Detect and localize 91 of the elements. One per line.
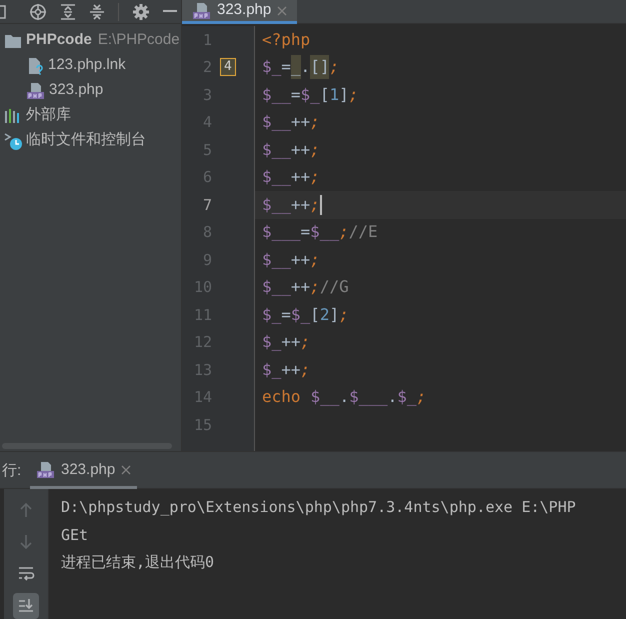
code-token: [ [310,304,320,326]
code-token: $_ [397,386,417,408]
code-token: ; [310,194,320,216]
code-token: ; [416,386,426,408]
code-token: $_ [262,304,282,326]
run-panel-label: 行: [2,461,22,482]
code-token: 2 [320,304,330,326]
tree-item[interactable]: PHPcode [26,29,92,52]
code-token: echo [262,386,301,408]
code-token: $__ [262,276,291,298]
code-token: ++ [290,248,310,271]
code-token: $_ [290,304,310,326]
tree-item[interactable]: 123.php.lnk [48,54,126,77]
code-token: //G [320,276,349,298]
code-token: ; [339,221,349,244]
tree-item[interactable]: 临时文件和控制台 [26,129,146,152]
code-token: $__ [262,138,291,161]
code-token: ; [329,56,340,78]
code-token: $___ [262,221,301,244]
php-file-icon [192,2,211,20]
code-token: ; [348,84,358,106]
code-token: = [281,304,291,326]
code-token: = [290,84,301,106]
code-token: [] [310,55,330,80]
code-token: $__ [310,221,340,244]
code-token: ; [310,166,320,188]
settings-icon[interactable] [132,2,150,20]
tree-item[interactable]: 323.php [49,79,104,102]
scratch-clock-icon [4,132,22,150]
collapse-all-icon[interactable] [89,2,105,20]
code-token: . [339,386,350,408]
soft-wrap-icon [17,565,35,583]
code-token: . [300,56,310,78]
code-token: //E [348,221,378,244]
code-token: ++ [290,166,310,188]
tree-item[interactable]: 外部库 [26,104,71,127]
code-token: ; [310,276,320,298]
code-token: ; [339,304,349,326]
code-token: = [300,221,310,244]
library-icon [4,108,22,124]
code-token: ++ [290,111,310,134]
folder-icon [4,32,22,48]
code-token: $___ [349,386,388,408]
code-token: ; [310,111,320,134]
code-token: ; [310,248,320,271]
code-token: <?php [262,28,310,51]
code-token: ++ [290,276,310,298]
hint-badge: 4 [220,58,236,76]
editor-tab[interactable]: 323.php [182,0,298,24]
unknown-file-icon [26,56,44,74]
code-token: $_ [300,84,320,106]
code-token: ] [329,304,340,326]
minimize-icon[interactable] [163,10,177,13]
scroll-to-end-icon [17,597,35,615]
run-tab[interactable]: 323.php [30,454,138,488]
text-cursor [320,194,322,215]
code-token: ++ [290,138,310,161]
console-output-line: D:\phpstudy_pro\Extensions\php\php7.3.4nts\php.exe E:\PHP [61,497,577,518]
code-token: . [388,386,398,408]
code-token: $__ [262,194,291,216]
line-number: 7 [202,194,212,216]
close-icon[interactable] [121,465,132,475]
code-token: ; [300,358,310,381]
code-token: 1 [329,84,340,106]
code-token: $_ [262,358,282,381]
code-token: [ [320,84,330,106]
console-output-line: GEt [61,524,90,546]
code-token: ++ [290,194,310,216]
code-token: ] [339,84,349,106]
code-token: ++ [281,358,301,381]
code-token: $__ [262,166,291,188]
code-token: $__ [262,111,291,134]
code-token: $__ [262,248,291,271]
panel-icon[interactable] [0,4,6,18]
code-token: $__ [310,386,340,408]
expand-all-icon[interactable] [60,2,76,20]
code-token: ++ [281,331,301,354]
horizontal-scrollbar[interactable] [2,443,172,450]
code-token: $__ [262,84,291,106]
php-file-icon [36,461,55,479]
tree-item-path: E:\PHPcode [98,30,180,50]
toolbar-scroll-end-button[interactable] [13,593,39,619]
code-token: $_ [262,331,282,354]
code-token: $_ [262,56,282,78]
code-token: = [281,56,291,78]
code-token: _ [290,55,301,80]
target-icon[interactable] [29,2,47,20]
code-token: ; [300,331,310,354]
php-file-icon [26,82,45,100]
code-token: ; [310,138,320,161]
console-output-line: 进程已结束,退出代码0 [61,552,216,573]
